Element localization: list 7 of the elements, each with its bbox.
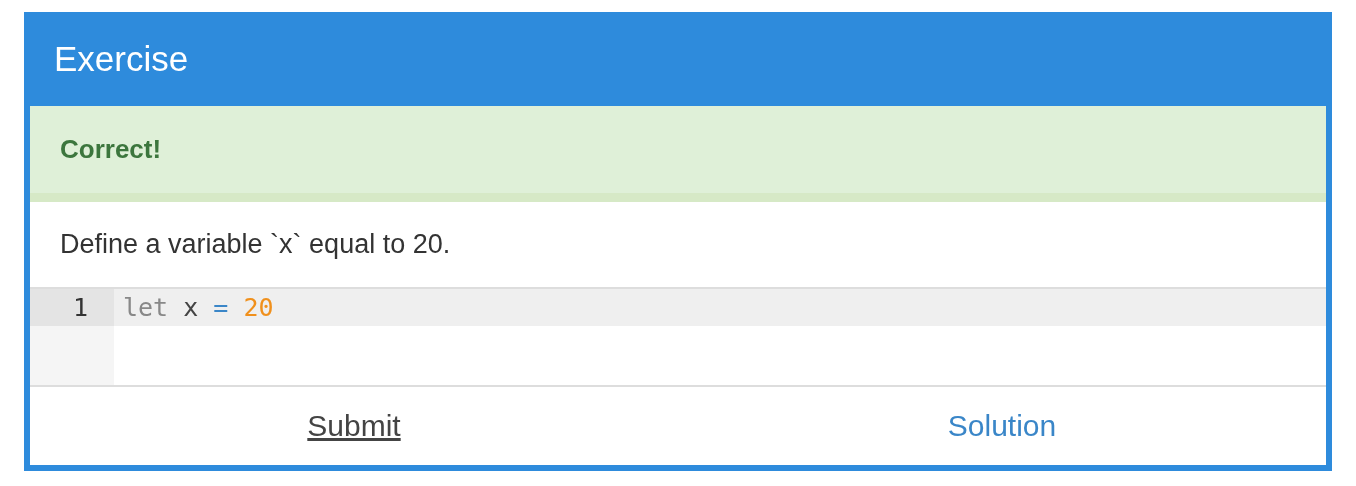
panel-title: Exercise bbox=[54, 39, 189, 79]
footer-button[interactable]: Solution bbox=[941, 405, 1063, 447]
footer-button[interactable]: Submit bbox=[301, 405, 407, 447]
exercise-prompt: Define a variable `x` equal to 20. bbox=[60, 229, 451, 260]
code-editor[interactable]: 1 let x = 20 bbox=[30, 287, 1326, 387]
line-number: 1 bbox=[30, 289, 114, 326]
feedback-text: Correct! bbox=[60, 134, 162, 165]
